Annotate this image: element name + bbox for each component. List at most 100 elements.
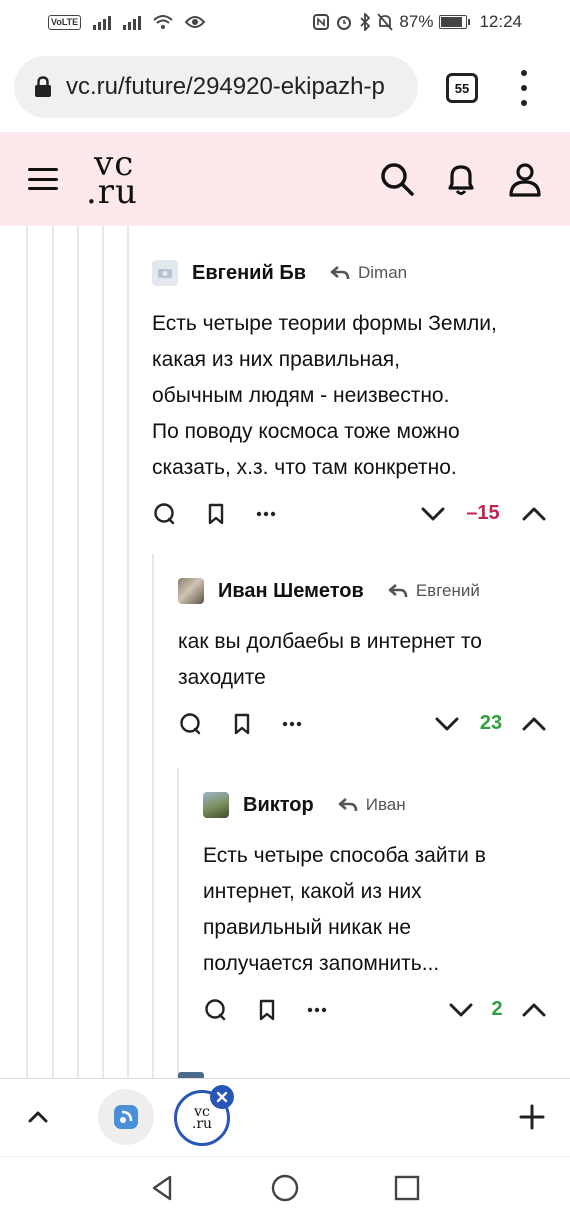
volte-indicator: VoLTE bbox=[48, 14, 82, 30]
vote-up-icon[interactable] bbox=[522, 714, 546, 734]
site-header: vc .ru bbox=[0, 132, 570, 226]
comment-rating: –15 bbox=[466, 502, 500, 524]
more-icon[interactable] bbox=[305, 998, 329, 1022]
comment-actions: –15 bbox=[152, 502, 552, 532]
thread-line bbox=[77, 226, 79, 1078]
avatar[interactable] bbox=[152, 260, 178, 286]
thread-line bbox=[177, 768, 179, 1078]
battery-percent: 87% bbox=[399, 12, 434, 31]
bookmark-icon[interactable] bbox=[204, 502, 228, 526]
reply-arrow-icon bbox=[388, 584, 408, 598]
bluetooth-icon bbox=[360, 13, 371, 31]
logo-line-2: .ru bbox=[86, 172, 138, 212]
signal-icon-2 bbox=[123, 14, 142, 30]
search-icon[interactable] bbox=[378, 160, 416, 198]
tab-thumbnail[interactable] bbox=[98, 1089, 154, 1145]
reply-bubble-icon[interactable] bbox=[152, 502, 176, 526]
battery-icon bbox=[439, 15, 471, 29]
comment-text: как вы долбаебы в интернет то заходите bbox=[178, 624, 552, 696]
comment-line: заходите bbox=[178, 666, 266, 689]
reply-bubble-icon[interactable] bbox=[178, 712, 202, 736]
comment: Евгений Бв Diman Есть четыре теории форм… bbox=[152, 258, 552, 532]
bell-icon[interactable] bbox=[442, 160, 480, 198]
back-triangle-icon[interactable] bbox=[148, 1173, 178, 1203]
nfc-icon bbox=[313, 14, 330, 30]
avatar[interactable] bbox=[178, 578, 204, 604]
comment-actions: 23 bbox=[178, 712, 552, 742]
comment-header: Евгений Бв Diman bbox=[152, 258, 552, 288]
thread-line bbox=[102, 226, 104, 1078]
app-icon bbox=[114, 1105, 138, 1129]
comment-line: Есть четыре теории формы Земли, bbox=[152, 312, 497, 335]
address-bar[interactable]: vc.ru/future/294920-ekipazh-p bbox=[14, 56, 418, 118]
comment-text: Есть четыре теории формы Земли, какая из… bbox=[152, 306, 552, 486]
more-icon[interactable] bbox=[280, 712, 304, 736]
comment-header: Иван Шеметов Евгений bbox=[178, 576, 552, 606]
signal-icon bbox=[93, 14, 112, 30]
thread-line bbox=[26, 226, 28, 1078]
hamburger-menu-icon[interactable] bbox=[28, 168, 58, 190]
vote-up-icon[interactable] bbox=[522, 1000, 546, 1020]
vote-down-icon[interactable] bbox=[435, 714, 459, 734]
reply-to-name[interactable]: Diman bbox=[358, 263, 407, 283]
status-bar: VoLTE 87% 12:24 bbox=[0, 0, 570, 44]
lock-icon[interactable] bbox=[34, 76, 52, 98]
comment: Иван Шеметов Евгений как вы долбаебы в и… bbox=[178, 576, 552, 742]
comment-text: Есть четыре способа зайти в интернет, ка… bbox=[203, 838, 552, 982]
comment-line: как вы долбаебы в интернет то bbox=[178, 630, 482, 653]
comment-author[interactable]: Евгений Бв bbox=[192, 262, 306, 285]
reply-arrow-icon bbox=[338, 798, 358, 812]
recents-square-icon[interactable] bbox=[392, 1173, 422, 1203]
vote-down-icon[interactable] bbox=[421, 504, 445, 524]
comment-author[interactable]: Виктор bbox=[243, 794, 314, 817]
comment-line: По поводу космоса тоже можно bbox=[152, 420, 460, 443]
mute-icon bbox=[377, 13, 394, 31]
vote-up-icon[interactable] bbox=[522, 504, 546, 524]
home-circle-icon[interactable] bbox=[270, 1173, 300, 1203]
tab-strip: vc .ru bbox=[0, 1078, 570, 1156]
bookmark-icon[interactable] bbox=[255, 998, 279, 1022]
system-navigation-bar bbox=[0, 1156, 570, 1220]
reply-to-name[interactable]: Евгений bbox=[416, 581, 480, 601]
alarm-icon bbox=[337, 16, 352, 30]
user-icon[interactable] bbox=[506, 160, 544, 198]
comment-rating: 2 bbox=[491, 998, 503, 1020]
site-logo[interactable]: vc .ru bbox=[86, 147, 138, 212]
avatar[interactable] bbox=[203, 792, 229, 818]
current-tab-logo-line2: .ru bbox=[191, 1116, 213, 1132]
reply-bubble-icon[interactable] bbox=[203, 998, 227, 1022]
more-icon[interactable] bbox=[254, 502, 278, 526]
eye-icon bbox=[185, 16, 206, 28]
url-text[interactable]: vc.ru/future/294920-ekipazh-p bbox=[66, 73, 385, 101]
comment-line: Есть четыре способа зайти в bbox=[203, 844, 486, 867]
comment-author[interactable]: Иван Шеметов bbox=[218, 580, 364, 603]
comment-line: сказать, х.з. что там конкретно. bbox=[152, 456, 457, 479]
new-tab-icon[interactable] bbox=[518, 1103, 546, 1131]
status-right: 87% 12:24 bbox=[313, 12, 522, 32]
vote-down-icon[interactable] bbox=[449, 1000, 473, 1020]
comment-line: интернет, какой из них bbox=[203, 880, 422, 903]
bookmark-icon[interactable] bbox=[230, 712, 254, 736]
close-tab-icon[interactable] bbox=[210, 1085, 234, 1109]
comment-line: получается запомнить... bbox=[203, 952, 440, 975]
comment-line: правильный никак не bbox=[203, 916, 412, 939]
status-left: VoLTE bbox=[48, 14, 206, 30]
reply-to-name[interactable]: Иван bbox=[366, 795, 406, 815]
comment-actions: 2 bbox=[203, 998, 552, 1028]
thread-line bbox=[127, 226, 129, 1078]
browser-menu-icon[interactable] bbox=[512, 70, 536, 106]
chevron-up-icon[interactable] bbox=[26, 1107, 50, 1125]
comment-line: какая из них правильная, bbox=[152, 348, 401, 371]
thread-line bbox=[152, 554, 154, 1078]
comment-line: обычным людям - неизвестно. bbox=[152, 384, 450, 407]
wifi-icon bbox=[153, 15, 173, 29]
browser-toolbar: vc.ru/future/294920-ekipazh-p 55 bbox=[0, 44, 570, 132]
comment: Виктор Иван Есть четыре способа зайти в … bbox=[203, 790, 552, 1028]
reply-arrow-icon bbox=[330, 266, 350, 280]
camera-icon bbox=[158, 269, 172, 278]
comment-rating: 23 bbox=[479, 712, 503, 734]
clock: 12:24 bbox=[479, 12, 522, 31]
tab-switcher-button[interactable]: 55 bbox=[446, 73, 478, 103]
thread-line bbox=[52, 226, 54, 1078]
comments-thread: Евгений Бв Diman Есть четыре теории форм… bbox=[0, 226, 570, 1078]
